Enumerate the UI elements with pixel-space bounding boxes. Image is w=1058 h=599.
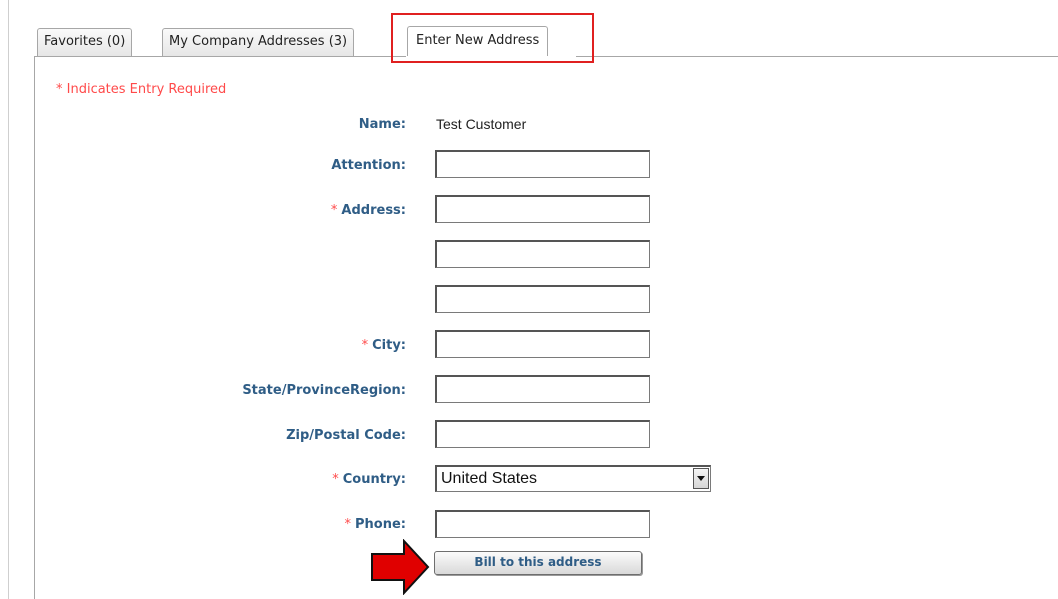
phone-label: * Phone: xyxy=(345,517,406,532)
state-field[interactable] xyxy=(435,375,650,403)
state-label: State/ProvinceRegion: xyxy=(242,383,406,398)
city-label: * City: xyxy=(362,338,406,353)
address-label: * Address: xyxy=(331,203,406,218)
address-label-text: Address: xyxy=(341,203,406,218)
panel-border xyxy=(34,56,35,599)
address-line-1-field[interactable] xyxy=(435,195,650,223)
attention-field[interactable] xyxy=(435,150,650,178)
city-label-text: City: xyxy=(372,338,406,353)
name-label: Name: xyxy=(358,117,406,132)
required-marker: * xyxy=(344,517,352,532)
active-tab-gap xyxy=(406,56,576,57)
page: Favorites (0) My Company Addresses (3) E… xyxy=(0,0,1058,599)
attention-label: Attention: xyxy=(331,158,406,173)
tab-my-company-addresses[interactable]: My Company Addresses (3) xyxy=(162,28,355,56)
zip-label: Zip/Postal Code: xyxy=(286,428,406,443)
phone-field[interactable] xyxy=(435,510,650,538)
tab-enter-new-address[interactable]: Enter New Address xyxy=(407,26,549,56)
country-select[interactable]: United States xyxy=(435,465,711,492)
frame-border xyxy=(8,0,9,599)
required-note: * Indicates Entry Required xyxy=(56,82,227,97)
address-line-2-field[interactable] xyxy=(435,240,650,268)
required-marker: * xyxy=(330,203,338,218)
country-label: * Country: xyxy=(332,472,406,487)
chevron-down-icon[interactable] xyxy=(693,468,709,489)
required-marker: * xyxy=(332,472,339,487)
city-field[interactable] xyxy=(435,330,650,358)
zip-field[interactable] xyxy=(435,420,650,448)
bill-to-this-address-button[interactable]: Bill to this address xyxy=(434,551,642,575)
country-label-text: Country: xyxy=(342,472,406,487)
tab-favorites[interactable]: Favorites (0) xyxy=(37,28,133,56)
address-line-3-field[interactable] xyxy=(435,285,650,313)
phone-label-text: Phone: xyxy=(355,517,406,532)
country-select-value: United States xyxy=(441,470,538,487)
name-value: Test Customer xyxy=(436,116,527,132)
required-marker: * xyxy=(361,338,369,353)
right-arrow-icon xyxy=(371,539,430,595)
